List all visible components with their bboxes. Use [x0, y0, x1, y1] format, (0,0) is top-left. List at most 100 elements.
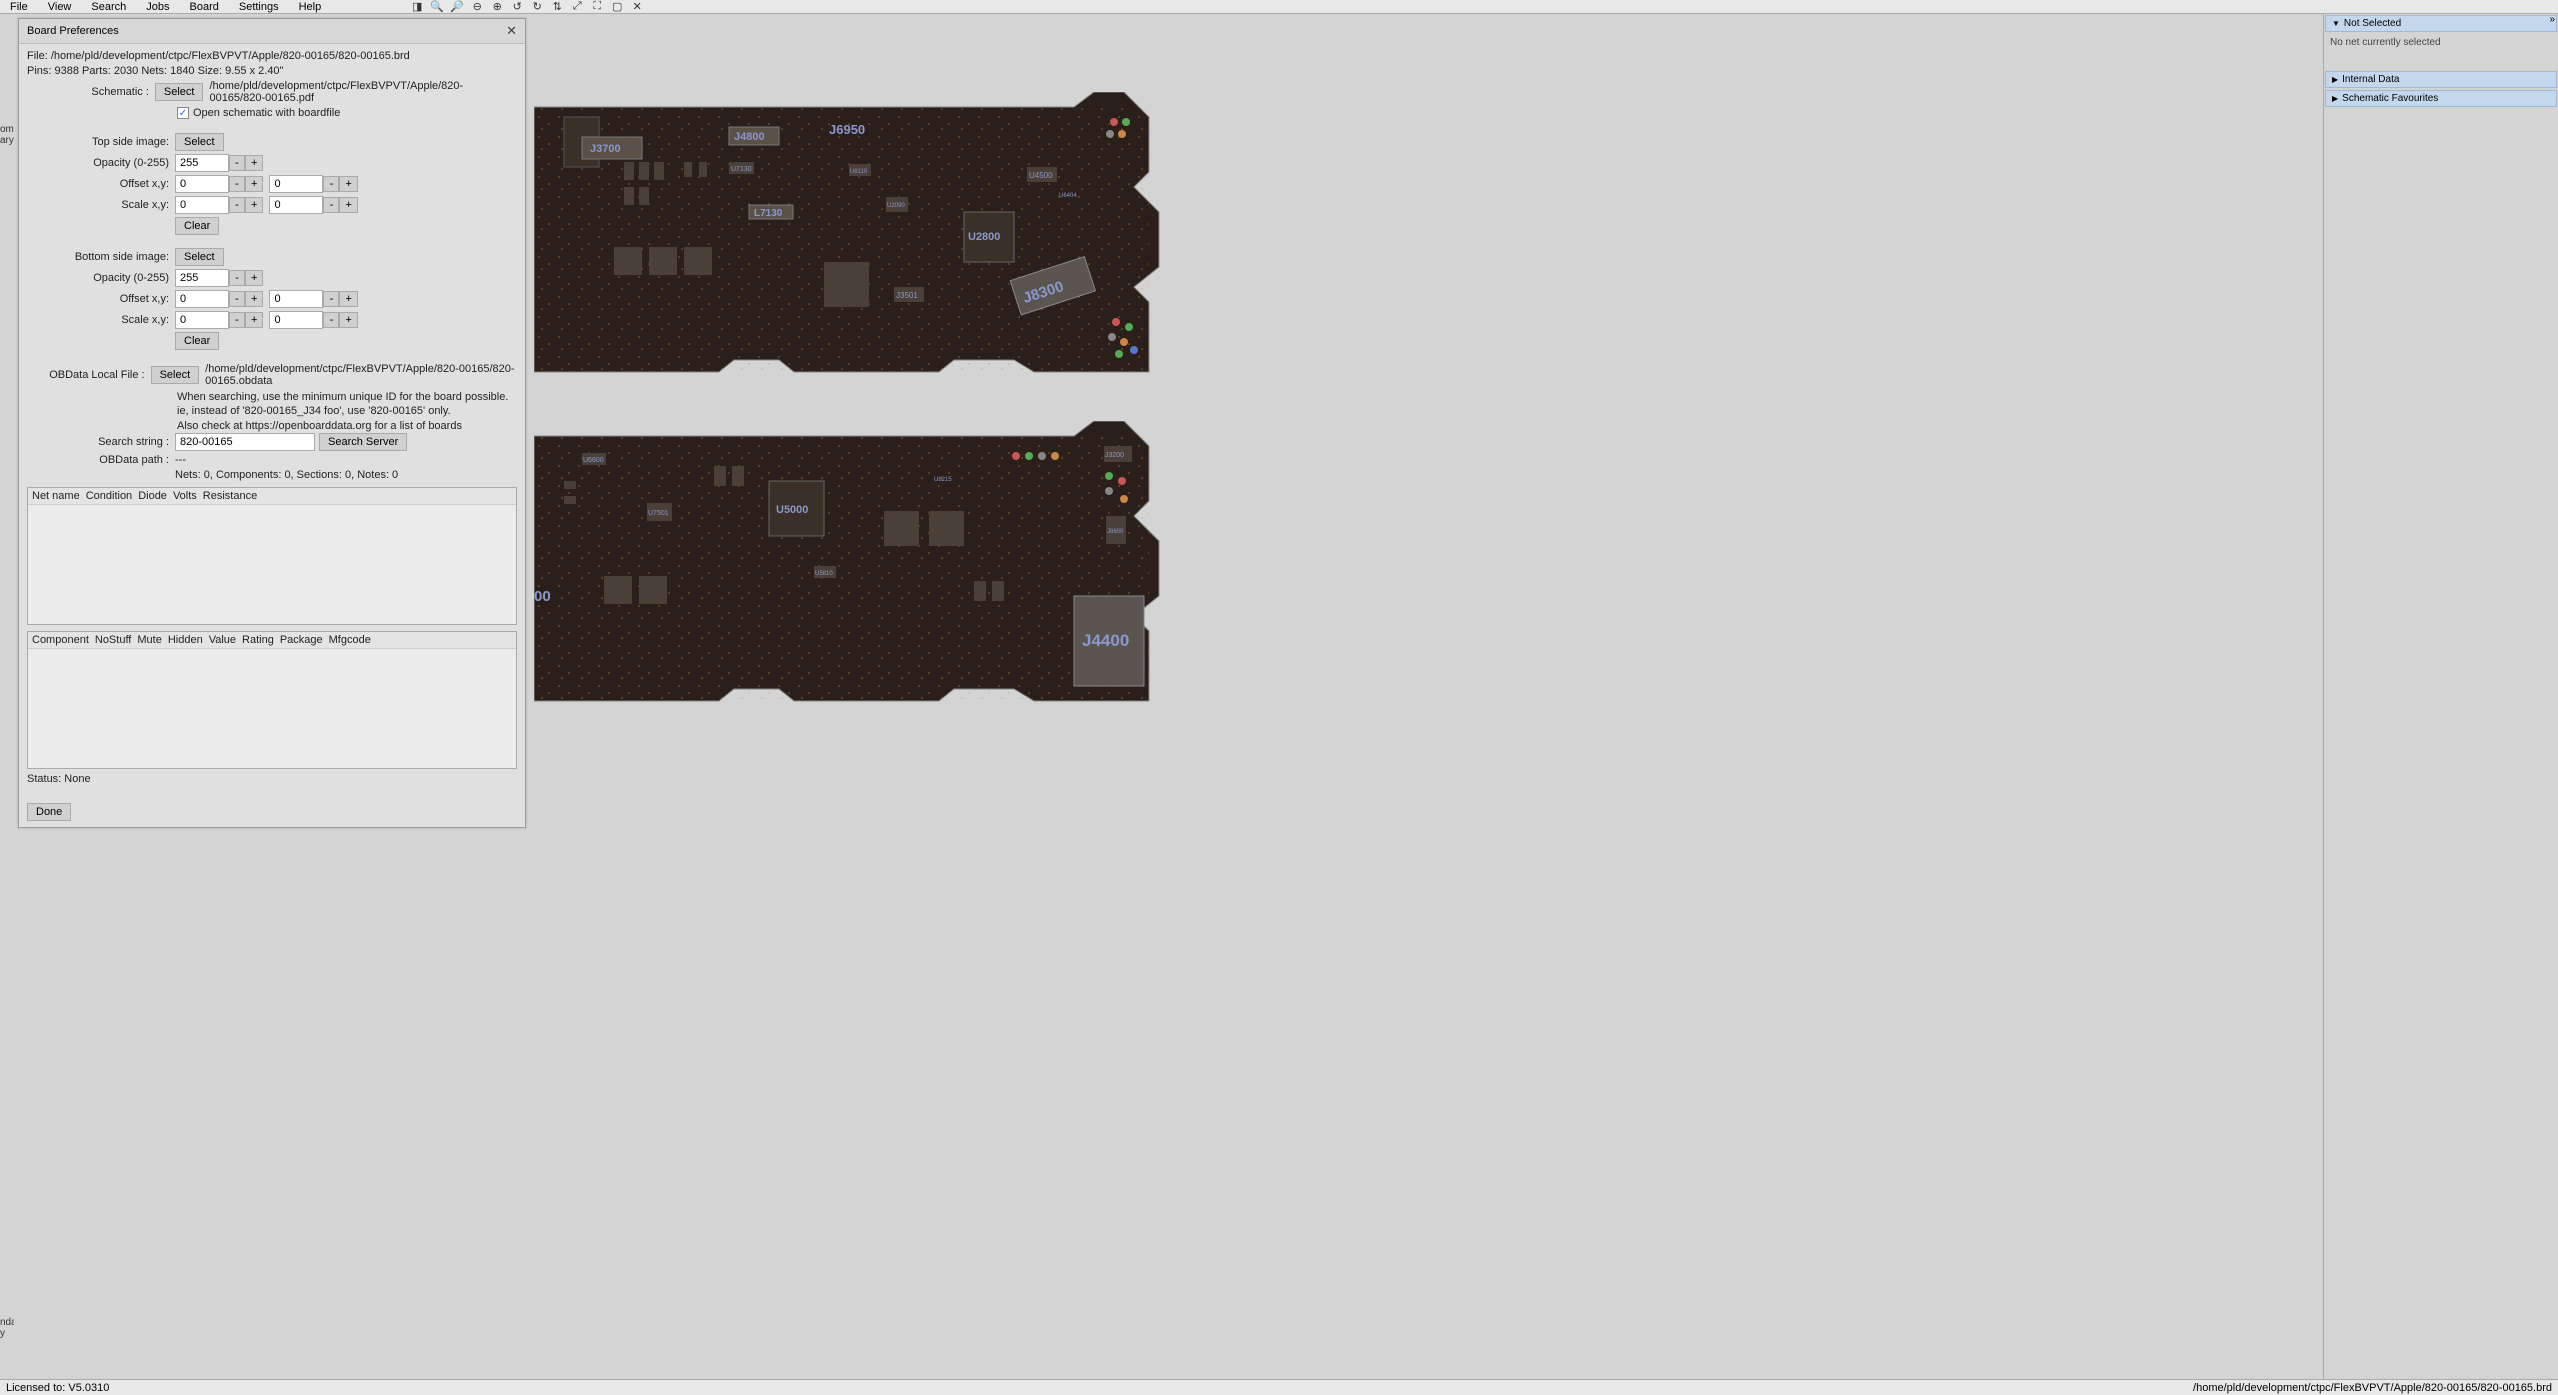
- zoom-minus-icon[interactable]: ⊖: [471, 1, 483, 13]
- obdata-note1: When searching, use the minimum unique I…: [177, 390, 517, 404]
- done-button[interactable]: Done: [27, 803, 71, 821]
- section-internal-data[interactable]: ▶ Internal Data: [2325, 71, 2557, 88]
- bot-scale-x-input[interactable]: [175, 311, 229, 329]
- top-sx-minus-button[interactable]: -: [229, 197, 245, 213]
- close-icon[interactable]: ✕: [631, 1, 643, 13]
- fit-sel-icon[interactable]: ⤢: [571, 1, 583, 13]
- bot-opacity-input[interactable]: [175, 269, 229, 287]
- zoom-out-icon[interactable]: 🔎: [451, 1, 463, 13]
- top-clear-button[interactable]: Clear: [175, 217, 219, 235]
- triangle-down-icon: ▼: [2332, 19, 2340, 28]
- top-opacity-input[interactable]: [175, 154, 229, 172]
- bot-sy-minus-button[interactable]: -: [323, 312, 339, 328]
- triangle-right-icon: ▶: [2332, 94, 2338, 103]
- menu-search[interactable]: Search: [81, 1, 136, 13]
- nets-table[interactable]: Net name Condition Diode Volts Resistanc…: [27, 487, 517, 625]
- board-top-view[interactable]: J3700 J4800 J6950 U7130 L7130 U2800 J350…: [534, 92, 1164, 382]
- top-sx-plus-button[interactable]: +: [245, 197, 263, 213]
- swap-icon[interactable]: ⇅: [551, 1, 563, 13]
- top-opacity-minus-button[interactable]: -: [229, 155, 245, 171]
- top-offset-label: Offset x,y:: [27, 178, 175, 190]
- dialog-titlebar[interactable]: Board Preferences ✕: [19, 19, 525, 44]
- col-nostuff[interactable]: NoStuff: [95, 634, 132, 646]
- col-netname[interactable]: Net name: [32, 490, 80, 502]
- bot-ox-minus-button[interactable]: -: [229, 291, 245, 307]
- components-table[interactable]: Component NoStuff Mute Hidden Value Rati…: [27, 631, 517, 769]
- col-rating[interactable]: Rating: [242, 634, 274, 646]
- bot-offset-y-input[interactable]: [269, 290, 323, 308]
- bot-sx-plus-button[interactable]: +: [245, 312, 263, 328]
- top-ox-minus-button[interactable]: -: [229, 176, 245, 192]
- col-mute[interactable]: Mute: [137, 634, 161, 646]
- menu-view[interactable]: View: [38, 1, 82, 13]
- top-sy-minus-button[interactable]: -: [323, 197, 339, 213]
- bot-opacity-plus-button[interactable]: +: [245, 270, 263, 286]
- col-value[interactable]: Value: [209, 634, 236, 646]
- bot-scale-y-input[interactable]: [269, 311, 323, 329]
- lbl-u5000: U5000: [776, 504, 808, 516]
- bot-offset-x-input[interactable]: [175, 290, 229, 308]
- col-diode[interactable]: Diode: [138, 490, 167, 502]
- menu-file[interactable]: File: [0, 1, 38, 13]
- top-select-button[interactable]: Select: [175, 133, 224, 151]
- open-schematic-checkbox[interactable]: ✓ Open schematic with boardfile: [177, 107, 517, 119]
- lbl-j4400: J4400: [1082, 631, 1129, 650]
- top-sy-plus-button[interactable]: +: [339, 197, 357, 213]
- window-icon[interactable]: ▢: [611, 1, 623, 13]
- search-string-input[interactable]: [175, 433, 315, 451]
- lbl-u7501: U7501: [648, 510, 669, 517]
- toggle-panel-icon[interactable]: ◨: [411, 1, 423, 13]
- col-package[interactable]: Package: [280, 634, 323, 646]
- bot-oy-plus-button[interactable]: +: [339, 291, 357, 307]
- obdata-label: OBData Local File :: [27, 369, 151, 381]
- zoom-plus-icon[interactable]: ⊕: [491, 1, 503, 13]
- lbl-u2090: U2090: [887, 203, 905, 209]
- right-panel: » ▼ Not Selected No net currently select…: [2323, 14, 2558, 1379]
- bot-sx-minus-button[interactable]: -: [229, 312, 245, 328]
- top-side-image-label: Top side image:: [27, 136, 175, 148]
- top-opacity-plus-button[interactable]: +: [245, 155, 263, 171]
- col-resistance[interactable]: Resistance: [203, 490, 257, 502]
- bot-clear-button[interactable]: Clear: [175, 332, 219, 350]
- bot-oy-minus-button[interactable]: -: [323, 291, 339, 307]
- checkbox-checked-icon: ✓: [177, 107, 189, 119]
- obdata-select-button[interactable]: Select: [151, 366, 200, 384]
- top-offset-y-input[interactable]: [269, 175, 323, 193]
- col-condition[interactable]: Condition: [86, 490, 132, 502]
- bot-opacity-minus-button[interactable]: -: [229, 270, 245, 286]
- top-offset-x-input[interactable]: [175, 175, 229, 193]
- bottom-select-button[interactable]: Select: [175, 248, 224, 266]
- dialog-close-icon[interactable]: ✕: [506, 23, 517, 39]
- left-strip-label-top: omary: [0, 124, 14, 146]
- section-not-selected[interactable]: ▼ Not Selected: [2325, 15, 2557, 32]
- board-bottom-view[interactable]: U5000 U6600 J4400 U7501 U5810 J3200 J860…: [534, 421, 1164, 711]
- menu-board[interactable]: Board: [180, 1, 229, 13]
- top-scale-y-input[interactable]: [269, 196, 323, 214]
- schematic-select-button[interactable]: Select: [155, 83, 204, 101]
- menu-help[interactable]: Help: [289, 1, 332, 13]
- search-server-button[interactable]: Search Server: [319, 433, 407, 451]
- collapse-panel-icon[interactable]: »: [2546, 14, 2558, 25]
- section-schematic-fav[interactable]: ▶ Schematic Favourites: [2325, 90, 2557, 107]
- col-volts[interactable]: Volts: [173, 490, 197, 502]
- top-oy-minus-button[interactable]: -: [323, 176, 339, 192]
- rotate-cw-icon[interactable]: ↻: [531, 1, 543, 13]
- top-oy-plus-button[interactable]: +: [339, 176, 357, 192]
- bot-scale-label: Scale x,y:: [27, 314, 175, 326]
- top-ox-plus-button[interactable]: +: [245, 176, 263, 192]
- menu-settings[interactable]: Settings: [229, 1, 289, 13]
- fit-icon[interactable]: ⛶: [591, 1, 603, 13]
- lbl-u4500: U4500: [1029, 171, 1053, 180]
- col-component[interactable]: Component: [32, 634, 89, 646]
- col-mfgcode[interactable]: Mfgcode: [329, 634, 371, 646]
- lbl-j6950: J6950: [829, 122, 865, 137]
- bot-sy-plus-button[interactable]: +: [339, 312, 357, 328]
- rotate-ccw-icon[interactable]: ↺: [511, 1, 523, 13]
- obdata-note2: ie, instead of '820-00165_J34 foo', use …: [177, 404, 517, 418]
- zoom-in-icon[interactable]: 🔍: [431, 1, 443, 13]
- top-scale-x-input[interactable]: [175, 196, 229, 214]
- menu-jobs[interactable]: Jobs: [136, 1, 179, 13]
- bot-ox-plus-button[interactable]: +: [245, 291, 263, 307]
- col-hidden[interactable]: Hidden: [168, 634, 203, 646]
- lbl-u6404: U6404: [1059, 193, 1077, 199]
